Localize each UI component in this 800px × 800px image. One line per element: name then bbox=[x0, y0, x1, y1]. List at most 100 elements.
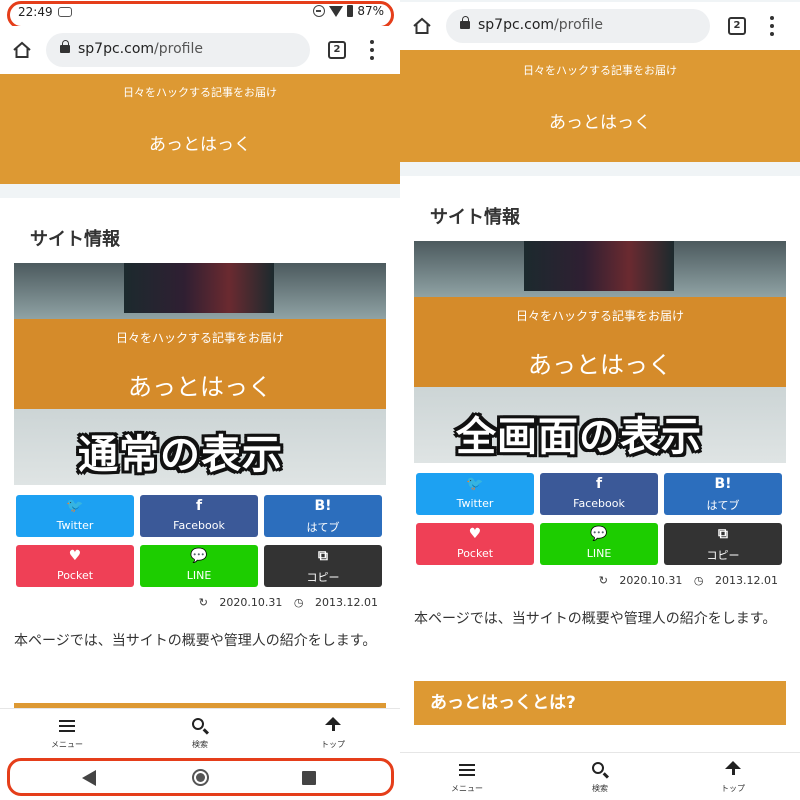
share-line-label: LINE bbox=[186, 569, 212, 582]
bottom-tab-bar: メニュー 検索 トップ bbox=[400, 752, 800, 800]
hatena-bookmark-icon: B! bbox=[314, 498, 332, 514]
share-line-label: LINE bbox=[586, 547, 612, 560]
post-dates: ↻ 2020.10.31 ◷ 2013.12.01 bbox=[591, 574, 778, 587]
share-hatena-button[interactable]: B! はてブ bbox=[664, 473, 782, 515]
line-chat-icon: 💬 bbox=[190, 548, 208, 564]
url-domain: sp7pc.com bbox=[78, 41, 155, 57]
published-date: ◷ 2013.12.01 bbox=[693, 574, 778, 587]
share-copy-button[interactable]: ⧉ コピー bbox=[264, 545, 382, 587]
share-facebook-button[interactable]: f Facebook bbox=[540, 473, 658, 515]
nav-menu-button[interactable]: メニュー bbox=[427, 753, 507, 800]
share-twitter-button[interactable]: 🐦 Twitter bbox=[16, 495, 134, 537]
url-bar[interactable]: sp7pc.com/profile bbox=[446, 9, 710, 43]
nav-top-button[interactable]: トップ bbox=[693, 753, 773, 800]
tab-switcher-button[interactable]: 2 bbox=[328, 41, 346, 59]
lock-icon bbox=[60, 40, 70, 53]
lock-icon bbox=[460, 16, 470, 29]
hero-title-band: 日々をハックする記事をお届け あっとはっく bbox=[14, 319, 386, 409]
share-line-button[interactable]: 💬 LINE bbox=[540, 523, 658, 565]
nav-menu-label: メニュー bbox=[451, 784, 483, 793]
site-name: あっとはっく bbox=[149, 135, 251, 155]
bottom-tab-bar: メニュー 検索 トップ bbox=[0, 708, 400, 758]
hamburger-menu-icon bbox=[59, 720, 75, 732]
share-twitter-label: Twitter bbox=[456, 497, 494, 510]
more-menu-icon[interactable] bbox=[770, 16, 774, 36]
site-header[interactable]: 日々をハックする記事をお届け あっとはっく bbox=[0, 74, 400, 184]
browser-toolbar: sp7pc.com/profile 2 bbox=[400, 2, 800, 50]
updated-date: ↻ 2020.10.31 bbox=[598, 574, 683, 587]
nav-search-label: 検索 bbox=[592, 784, 608, 793]
nav-menu-label: メニュー bbox=[51, 740, 83, 749]
pocket-icon: ♥ bbox=[468, 526, 482, 542]
tab-switcher-button[interactable]: 2 bbox=[728, 17, 746, 35]
hero-site-name: あっとはっく bbox=[128, 373, 272, 401]
fullscreen-view-caption: 全画面の表示 bbox=[456, 414, 702, 460]
section-title: サイト情報 bbox=[430, 207, 520, 228]
pocket-icon: ♥ bbox=[68, 548, 82, 564]
copy-icon: ⧉ bbox=[318, 548, 328, 564]
share-hatena-label: はてブ bbox=[706, 499, 740, 512]
share-facebook-label: Facebook bbox=[573, 497, 625, 510]
hero-tagline: 日々をハックする記事をお届け bbox=[515, 309, 684, 323]
arrow-up-icon bbox=[725, 761, 741, 775]
hero-tagline: 日々をハックする記事をお届け bbox=[115, 331, 284, 345]
url-path: /profile bbox=[154, 41, 203, 57]
share-facebook-label: Facebook bbox=[173, 519, 225, 532]
line-chat-icon: 💬 bbox=[590, 526, 608, 542]
share-hatena-label: はてブ bbox=[306, 521, 340, 534]
hero-site-name: あっとはっく bbox=[528, 351, 672, 379]
share-pocket-label: Pocket bbox=[56, 569, 94, 582]
share-buttons: 🐦 Twitter f Facebook B! はてブ ♥ Pocket 💬 L… bbox=[416, 473, 784, 565]
share-facebook-button[interactable]: f Facebook bbox=[140, 495, 258, 537]
more-menu-icon[interactable] bbox=[370, 40, 374, 60]
url-text: sp7pc.com/profile bbox=[78, 41, 203, 57]
twitter-bird-icon: 🐦 bbox=[466, 476, 484, 492]
nav-top-label: トップ bbox=[321, 740, 345, 749]
share-copy-label: コピー bbox=[306, 571, 340, 584]
intro-text: 本ページでは、当サイトの概要や管理人の紹介をします。 bbox=[414, 611, 777, 627]
nav-top-button[interactable]: トップ bbox=[293, 709, 373, 759]
site-header[interactable]: 日々をハックする記事をお届け あっとはっく bbox=[400, 50, 800, 162]
share-hatena-button[interactable]: B! はてブ bbox=[264, 495, 382, 537]
about-heading: あっとはっくとは? bbox=[414, 681, 786, 725]
site-name: あっとはっく bbox=[549, 113, 651, 133]
search-icon bbox=[192, 718, 204, 730]
share-twitter-label: Twitter bbox=[56, 519, 94, 532]
url-path: /profile bbox=[554, 17, 603, 33]
url-bar[interactable]: sp7pc.com/profile bbox=[46, 33, 310, 67]
copy-icon: ⧉ bbox=[718, 526, 728, 542]
site-tagline: 日々をハックする記事をお届け bbox=[523, 64, 677, 77]
nav-search-button[interactable]: 検索 bbox=[160, 709, 240, 759]
share-line-button[interactable]: 💬 LINE bbox=[140, 545, 258, 587]
content-card: サイト情報 日々をハックする記事をお届け あっとはっく 🐦 Twitter f … bbox=[400, 176, 800, 756]
browser-toolbar: sp7pc.com/profile 2 bbox=[0, 26, 400, 74]
published-date: ◷ 2013.12.01 bbox=[293, 596, 378, 609]
twitter-bird-icon: 🐦 bbox=[66, 498, 84, 514]
facebook-f-icon: f bbox=[595, 476, 603, 492]
monitor-photo bbox=[524, 241, 674, 291]
navigation-bar-highlight bbox=[7, 758, 394, 796]
url-text: sp7pc.com/profile bbox=[478, 17, 603, 33]
facebook-f-icon: f bbox=[195, 498, 203, 514]
updated-date: ↻ 2020.10.31 bbox=[198, 596, 283, 609]
hatena-bookmark-icon: B! bbox=[714, 476, 732, 492]
share-copy-label: コピー bbox=[706, 549, 740, 562]
section-title: サイト情報 bbox=[30, 229, 120, 250]
search-icon bbox=[592, 762, 604, 774]
share-twitter-button[interactable]: 🐦 Twitter bbox=[416, 473, 534, 515]
intro-text: 本ページでは、当サイトの概要や管理人の紹介をします。 bbox=[14, 633, 377, 649]
fullscreen-view-panel: sp7pc.com/profile 2 日々をハックする記事をお届け あっとはっ… bbox=[400, 0, 800, 800]
url-domain: sp7pc.com bbox=[478, 17, 555, 33]
home-icon[interactable] bbox=[12, 41, 32, 59]
hamburger-menu-icon bbox=[459, 764, 475, 776]
share-pocket-button[interactable]: ♥ Pocket bbox=[416, 523, 534, 565]
share-pocket-label: Pocket bbox=[456, 547, 494, 560]
hero-title-band: 日々をハックする記事をお届け あっとはっく bbox=[414, 297, 786, 387]
share-pocket-button[interactable]: ♥ Pocket bbox=[16, 545, 134, 587]
normal-view-panel: 22:49 87% sp7pc.com/profile 2 日々をハックする記事… bbox=[0, 0, 400, 800]
nav-menu-button[interactable]: メニュー bbox=[27, 709, 107, 759]
nav-search-label: 検索 bbox=[192, 740, 208, 749]
share-copy-button[interactable]: ⧉ コピー bbox=[664, 523, 782, 565]
home-icon[interactable] bbox=[412, 17, 432, 35]
nav-search-button[interactable]: 検索 bbox=[560, 753, 640, 800]
